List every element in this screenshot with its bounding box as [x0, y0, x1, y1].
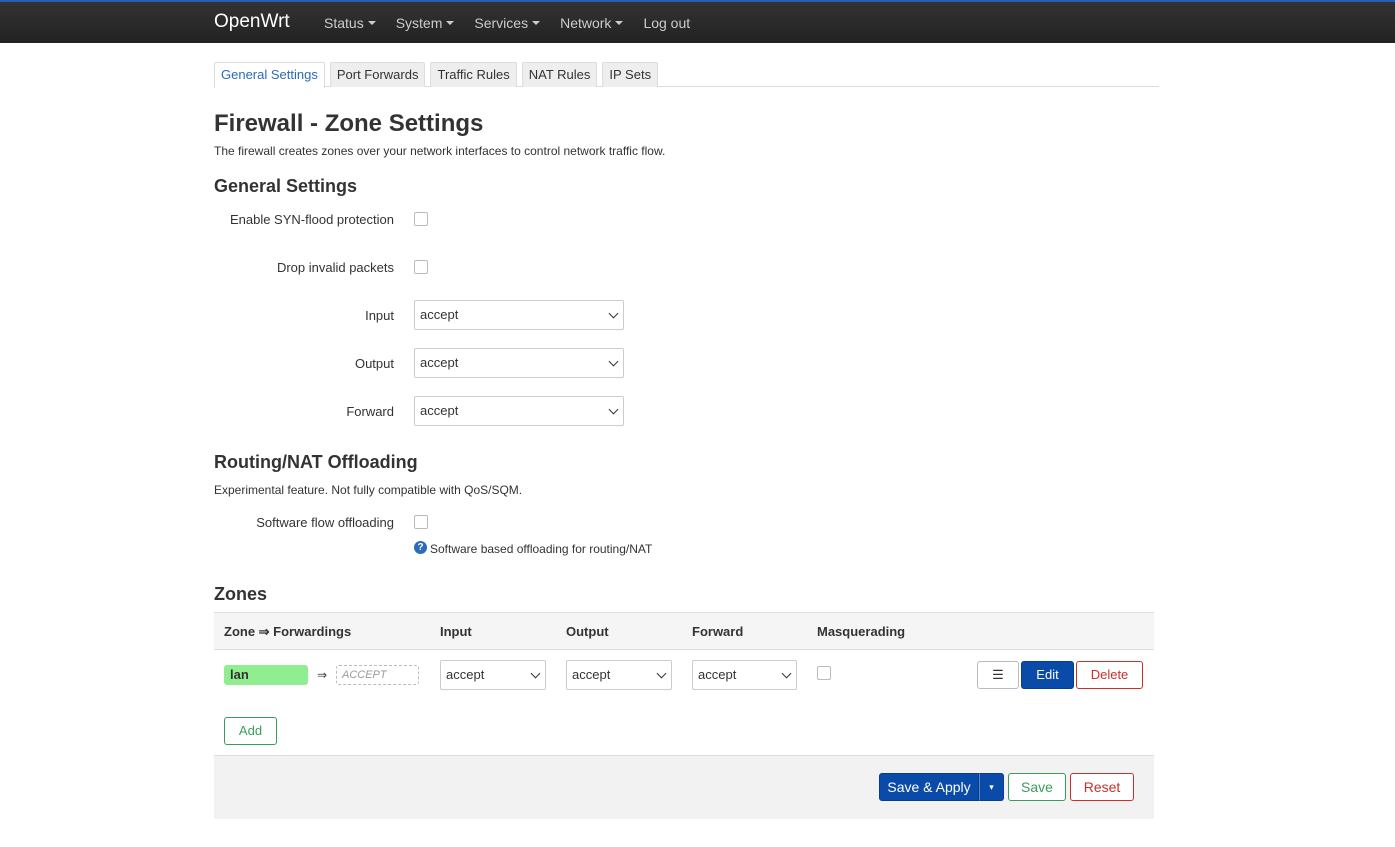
- menu-logout[interactable]: Log out: [643, 15, 690, 31]
- save-button[interactable]: Save: [1008, 773, 1066, 801]
- menu-label: Network: [560, 15, 612, 31]
- menu-label: System: [395, 15, 443, 31]
- chevron-down-icon: [530, 668, 541, 679]
- col-masquerading: Masquerading: [817, 624, 906, 639]
- forward-policy-label: Forward: [346, 404, 394, 419]
- caret-down-icon: [367, 21, 376, 25]
- zone-input-select[interactable]: accept: [440, 660, 546, 690]
- caret-down-icon: [532, 21, 541, 25]
- save-apply-dropdown-button[interactable]: ▾: [979, 773, 1004, 801]
- top-navbar: OpenWrt Status System Services Network L…: [0, 0, 1395, 43]
- delete-zone-button[interactable]: Delete: [1076, 661, 1143, 689]
- drop-invalid-label: Drop invalid packets: [276, 260, 394, 275]
- forward-target-badge: ACCEPT: [336, 665, 419, 685]
- edit-zone-button[interactable]: Edit: [1021, 661, 1074, 689]
- page-description: The firewall creates zones over your net…: [214, 144, 666, 158]
- output-policy-label: Output: [354, 356, 394, 371]
- zones-table-header: Zone ⇒ Forwardings Input Output Forward …: [214, 612, 1154, 650]
- select-value: accept: [420, 355, 459, 370]
- menu-system[interactable]: System: [396, 15, 455, 31]
- save-apply-button[interactable]: Save & Apply: [879, 773, 979, 801]
- col-output: Output: [566, 624, 609, 639]
- drag-handle-button[interactable]: ☰: [977, 661, 1019, 689]
- select-value: accept: [420, 307, 459, 322]
- sw-flow-offloading-checkbox[interactable]: [414, 515, 428, 529]
- caret-down-icon: [446, 21, 455, 25]
- menu-label: Log out: [643, 15, 691, 31]
- forward-arrow-icon: ⇒: [317, 668, 328, 682]
- help-icon: ?: [414, 541, 427, 554]
- offloading-heading: Routing/NAT Offloading: [214, 452, 418, 472]
- forward-policy-select[interactable]: accept: [414, 396, 624, 426]
- chevron-down-icon: [781, 668, 792, 679]
- select-value: accept: [572, 667, 611, 682]
- syn-flood-label: Enable SYN-flood protection: [229, 212, 394, 227]
- menu-status[interactable]: Status: [324, 15, 376, 31]
- sw-flow-offloading-label: Software flow offloading: [256, 515, 394, 530]
- syn-flood-checkbox[interactable]: [414, 212, 428, 226]
- col-input: Input: [440, 624, 472, 639]
- col-forward: Forward: [692, 624, 744, 639]
- drop-invalid-checkbox[interactable]: [414, 260, 428, 274]
- tab-port-forwards[interactable]: Port Forwards: [329, 62, 426, 87]
- general-settings-heading: General Settings: [214, 176, 358, 196]
- select-value: accept: [698, 667, 737, 682]
- menu-label: Status: [324, 15, 364, 31]
- caret-down-icon: [615, 21, 624, 25]
- main-menu: Status System Services Network Log out: [324, 15, 710, 31]
- input-policy-label: Input: [365, 308, 394, 323]
- page-title: Firewall - Zone Settings: [214, 110, 484, 137]
- zones-heading: Zones: [214, 584, 268, 604]
- select-value: accept: [446, 667, 485, 682]
- tab-bar: General Settings Port Forwards Traffic R…: [214, 62, 1159, 88]
- tab-nat-rules[interactable]: NAT Rules: [521, 62, 598, 87]
- reset-button[interactable]: Reset: [1070, 773, 1134, 801]
- brand-logo[interactable]: OpenWrt: [214, 11, 290, 33]
- zone-forward-select[interactable]: accept: [692, 660, 797, 690]
- add-zone-button[interactable]: Add: [224, 717, 277, 745]
- tab-ip-sets[interactable]: IP Sets: [602, 62, 659, 87]
- sw-flow-offloading-help: Software based offloading for routing/NA…: [430, 542, 653, 556]
- menu-network[interactable]: Network: [560, 15, 624, 31]
- menu-services[interactable]: Services: [474, 15, 541, 31]
- output-policy-select[interactable]: accept: [414, 348, 624, 378]
- masquerading-checkbox[interactable]: [817, 666, 831, 680]
- chevron-down-icon: [608, 404, 619, 415]
- chevron-down-icon: [608, 308, 619, 319]
- tab-general-settings[interactable]: General Settings: [214, 62, 325, 88]
- select-value: accept: [420, 403, 459, 418]
- menu-label: Services: [474, 15, 529, 31]
- tab-traffic-rules[interactable]: Traffic Rules: [430, 62, 517, 87]
- zone-badge-lan: lan: [224, 665, 308, 685]
- chevron-down-icon: [608, 356, 619, 367]
- col-zone-forwardings: Zone ⇒ Forwardings: [224, 624, 352, 639]
- input-policy-select[interactable]: accept: [414, 300, 624, 330]
- zone-output-select[interactable]: accept: [566, 660, 672, 690]
- offloading-description: Experimental feature. Not fully compatib…: [214, 483, 523, 497]
- chevron-down-icon: [656, 668, 667, 679]
